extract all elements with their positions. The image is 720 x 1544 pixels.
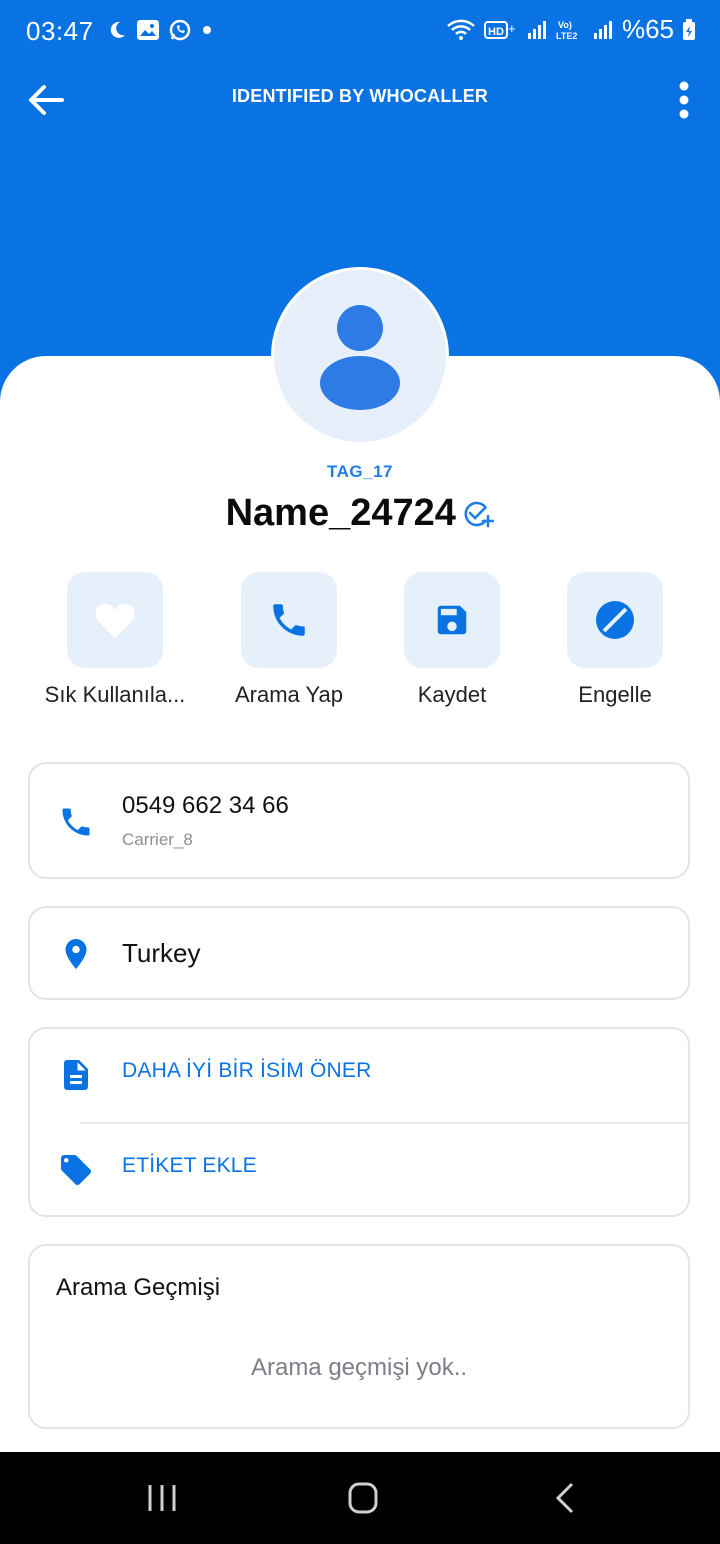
signal-icon <box>593 20 612 39</box>
more-vert-icon[interactable] <box>676 78 692 122</box>
add-tag-link[interactable]: ETİKET EKLE <box>122 1154 257 1178</box>
recent-apps-icon[interactable] <box>142 1480 182 1516</box>
save-label: Kaydet <box>417 682 487 707</box>
hd-icon: HD + <box>483 20 516 39</box>
country-label: Turkey <box>122 938 201 968</box>
actions-card: DAHA İYİ BİR İSİM ÖNER ETİKET EKLE <box>28 1027 690 1217</box>
navigation-bar <box>0 1452 720 1544</box>
avatar <box>271 267 449 445</box>
contact-name: Name_24724 <box>225 492 456 534</box>
status-time: 03:47 <box>26 16 94 46</box>
person-icon <box>320 305 400 410</box>
image-icon <box>137 20 159 40</box>
whatsapp-icon <box>169 19 191 41</box>
document-icon <box>64 1060 88 1090</box>
suggest-name-link[interactable]: DAHA İYİ BİR İSİM ÖNER <box>122 1059 371 1083</box>
back-nav-icon[interactable] <box>546 1480 586 1516</box>
verify-add-icon[interactable] <box>462 498 495 530</box>
dot-icon <box>203 26 211 34</box>
save-button[interactable] <box>404 572 500 668</box>
location-pin-icon <box>65 939 87 969</box>
name-row: Name_24724 <box>0 492 720 535</box>
status-left-icons <box>106 18 214 42</box>
call-history-empty: Arama geçmişi yok.. <box>250 1354 468 1381</box>
phone-number: 0549 662 34 66 <box>122 792 289 819</box>
save-action[interactable]: Kaydet <box>367 572 537 708</box>
signal-icon <box>527 20 546 39</box>
svg-text:HD: HD <box>488 26 504 38</box>
call-label: Arama Yap <box>234 682 344 707</box>
svg-text:+: + <box>508 21 516 36</box>
add-tag-row[interactable]: ETİKET EKLE <box>30 1124 688 1217</box>
status-right: HD + Vo) LTE2 %65 <box>446 14 696 45</box>
favorite-button[interactable] <box>67 572 163 668</box>
app-bar-title: IDENTIFIED BY WHOCALLER <box>231 86 489 106</box>
moon-icon <box>110 21 125 38</box>
block-label: Engelle <box>578 682 652 707</box>
heart-icon <box>95 603 135 638</box>
call-history-card: Arama Geçmişi Arama geçmişi yok.. <box>28 1244 690 1429</box>
svg-text:LTE2: LTE2 <box>556 31 577 41</box>
volte-icon: Vo)LTE2 <box>556 20 577 41</box>
wifi-icon <box>447 19 475 40</box>
tag-icon <box>61 1155 91 1185</box>
app-bar: IDENTIFIED BY WHOCALLER <box>0 62 720 134</box>
block-icon <box>596 601 634 639</box>
battery-percent: %65 <box>621 14 674 44</box>
block-action[interactable]: Engelle <box>530 572 700 708</box>
favorite-label: Sık Kullanıla... <box>44 682 186 707</box>
home-icon[interactable] <box>343 1480 383 1516</box>
phone-icon <box>62 808 90 836</box>
suggest-name-row[interactable]: DAHA İYİ BİR İSİM ÖNER <box>30 1029 688 1123</box>
save-icon <box>437 605 467 635</box>
favorite-action[interactable]: Sık Kullanıla... <box>30 572 200 708</box>
call-action[interactable]: Arama Yap <box>204 572 374 708</box>
block-button[interactable] <box>567 572 663 668</box>
phone-icon <box>273 604 305 636</box>
phone-card[interactable]: 0549 662 34 66 Carrier_8 <box>28 762 690 879</box>
call-button[interactable] <box>241 572 337 668</box>
location-card: Turkey <box>28 906 690 1000</box>
contact-tag: TAG_17 <box>327 462 393 481</box>
carrier-label: Carrier_8 <box>122 830 193 849</box>
svg-text:Vo): Vo) <box>558 20 572 30</box>
status-bar: 03:47 HD + Vo) LTE2 %65 <box>0 0 720 62</box>
call-history-title: Arama Geçmişi <box>56 1274 221 1301</box>
battery-icon <box>683 18 695 40</box>
